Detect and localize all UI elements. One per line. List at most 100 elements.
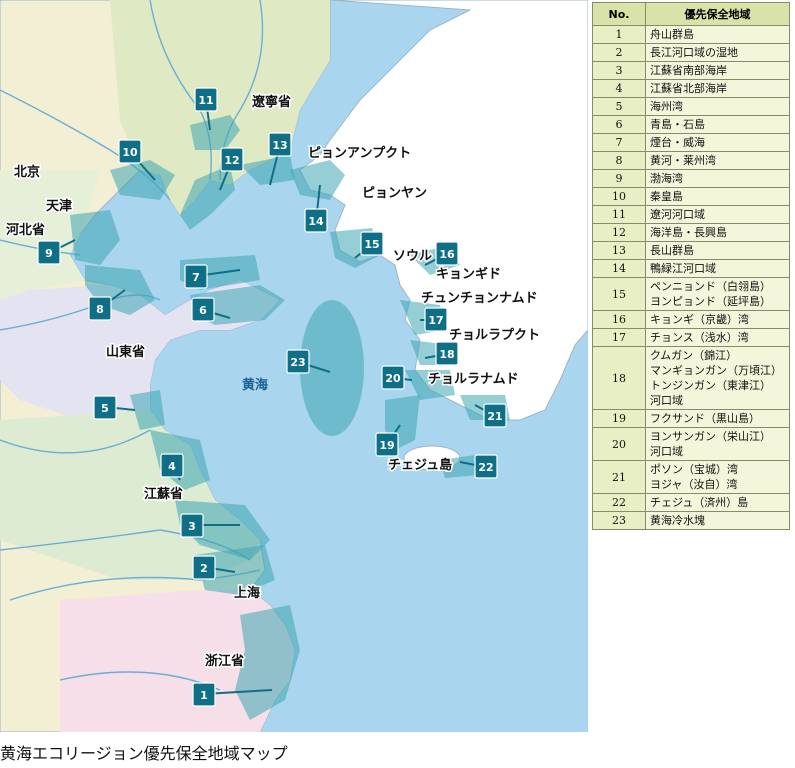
marker-12[interactable]: 12 <box>220 147 244 172</box>
legend-row-name: チョンス（浅水）湾 <box>645 328 790 347</box>
legend-row: 6 青島・石島 <box>592 115 790 134</box>
legend-row-name: 黄海冷水塊 <box>645 511 790 530</box>
label-jejudo: チェジュ島 <box>388 457 452 473</box>
legend-row-no: 1 <box>592 25 646 44</box>
legend-header-area: 優先保全地域 <box>645 2 790 26</box>
marker-18[interactable]: 18 <box>435 341 459 366</box>
marker-10[interactable]: 10 <box>118 139 142 164</box>
legend-row: 8 黄河・莱州湾 <box>592 151 790 170</box>
legend-row-no: 4 <box>592 79 646 98</box>
marker-22[interactable]: 22 <box>474 454 498 479</box>
legend-row-no: 11 <box>592 205 646 224</box>
legend-row-no: 10 <box>592 187 646 206</box>
marker-2[interactable]: 2 <box>192 555 216 580</box>
legend-row-name: チェジュ（済州）島 <box>645 493 790 512</box>
svg-text:1: 1 <box>200 689 208 702</box>
marker-16[interactable]: 16 <box>435 241 459 266</box>
legend-row-name: 渤海湾 <box>645 169 790 188</box>
legend-row: 7 煙台・威海 <box>592 133 790 152</box>
marker-8[interactable]: 8 <box>88 296 112 321</box>
legend-row: 5 海州湾 <box>592 97 790 116</box>
legend-row-no: 13 <box>592 241 646 260</box>
priority-area-legend: No. 優先保全地域 1 舟山群島 2 長江河口域の湿地 3 江蘇省南部海岸 4 江蘇省北部海… <box>592 2 790 530</box>
legend-row-no: 6 <box>592 115 646 134</box>
marker-20[interactable]: 20 <box>381 365 405 390</box>
label-pyongyang: ピョンヤン <box>362 186 427 201</box>
marker-5[interactable]: 5 <box>93 395 117 420</box>
svg-text:22: 22 <box>478 461 493 474</box>
legend-row-name: 青島・石島 <box>645 115 790 134</box>
legend-row-no: 2 <box>592 43 646 62</box>
legend-row: 16 キョンギ（京畿）湾 <box>592 310 790 329</box>
label-tianjin: 天津 <box>46 198 72 214</box>
legend-row: 23 黄海冷水塊 <box>592 511 790 530</box>
svg-text:12: 12 <box>224 154 239 167</box>
label-hebei: 河北省 <box>6 222 45 238</box>
svg-text:20: 20 <box>385 372 401 385</box>
legend-row-name: キョンギ（京畿）湾 <box>645 310 790 329</box>
svg-text:14: 14 <box>308 215 324 228</box>
legend-row-no: 5 <box>592 97 646 116</box>
legend-row-name: ペンニョンド（白翎島） ヨンピョンド（延坪島） <box>645 277 790 311</box>
legend-row: 19 フクサンド（黒山島） <box>592 409 790 428</box>
legend-row-no: 9 <box>592 169 646 188</box>
label-jeollanamdo: チョルラナムド <box>428 372 519 387</box>
legend-row: 12 海洋島・長興島 <box>592 223 790 242</box>
legend-row: 1 舟山群島 <box>592 25 790 44</box>
legend-row: 20 ヨンサンガン（栄山江） 河口域 <box>592 427 790 461</box>
svg-text:10: 10 <box>122 146 138 159</box>
legend-row-name: フクサンド（黒山島） <box>645 409 790 428</box>
legend-row: 15 ペンニョンド（白翎島） ヨンピョンド（延坪島） <box>592 277 790 311</box>
legend-row-name: 秦皇島 <box>645 187 790 206</box>
marker-14[interactable]: 14 <box>304 208 328 233</box>
legend-row-no: 8 <box>592 151 646 170</box>
yellow-sea-map: 北京 天津 河北省 遼寧省 山東省 江蘇省 上海 浙江省 ピョンアンプクト ピョ… <box>0 0 588 732</box>
legend-header-row: No. 優先保全地域 <box>592 2 790 26</box>
legend-row-no: 19 <box>592 409 646 428</box>
legend-row: 3 江蘇省南部海岸 <box>592 61 790 80</box>
marker-13[interactable]: 13 <box>268 132 292 157</box>
legend-row-no: 12 <box>592 223 646 242</box>
marker-17[interactable]: 17 <box>424 307 448 332</box>
legend-row: 14 鴨緑江河口域 <box>592 259 790 278</box>
legend-row-name: 鴨緑江河口域 <box>645 259 790 278</box>
label-yellow-sea: 黄海 <box>242 377 268 393</box>
svg-text:3: 3 <box>188 520 196 533</box>
label-beijing: 北京 <box>14 164 40 180</box>
legend-row-name: 長山群島 <box>645 241 790 260</box>
label-liaoning: 遼寧省 <box>252 94 291 110</box>
label-pyonganbukdo: ピョンアンプクト <box>308 146 411 161</box>
svg-text:21: 21 <box>487 410 502 423</box>
marker-7[interactable]: 7 <box>184 264 208 289</box>
legend-row: 4 江蘇省北部海岸 <box>592 79 790 98</box>
legend-row-name: 煙台・威海 <box>645 133 790 152</box>
marker-9[interactable]: 9 <box>37 240 61 265</box>
legend-row: 10 秦皇島 <box>592 187 790 206</box>
marker-1[interactable]: 1 <box>192 682 216 707</box>
legend-row-name: 江蘇省北部海岸 <box>645 79 790 98</box>
legend-row: 22 チェジュ（済州）島 <box>592 493 790 512</box>
legend-row-no: 14 <box>592 259 646 278</box>
marker-11[interactable]: 11 <box>194 87 218 112</box>
label-gyeonggido: キョンギド <box>436 266 501 282</box>
svg-text:8: 8 <box>96 303 104 316</box>
marker-4[interactable]: 4 <box>160 453 184 478</box>
marker-6[interactable]: 6 <box>191 297 215 322</box>
label-zhejiang: 浙江省 <box>205 653 244 669</box>
marker-23[interactable]: 23 <box>286 349 310 374</box>
legend-row-no: 20 <box>592 427 646 461</box>
svg-text:18: 18 <box>439 348 454 361</box>
marker-3[interactable]: 3 <box>180 513 204 538</box>
svg-text:16: 16 <box>439 248 455 261</box>
marker-15[interactable]: 15 <box>360 231 384 256</box>
svg-text:17: 17 <box>428 314 443 327</box>
svg-text:2: 2 <box>200 562 208 575</box>
legend-row-no: 16 <box>592 310 646 329</box>
marker-21[interactable]: 21 <box>483 403 507 428</box>
map-caption: 黄海エコリージョン優先保全地域マップ <box>0 744 288 763</box>
svg-text:13: 13 <box>272 139 287 152</box>
legend-row-no: 17 <box>592 328 646 347</box>
marker-19[interactable]: 19 <box>375 432 399 457</box>
label-chungcheongnamdo: チュンチョンナムド <box>421 291 538 306</box>
legend-row-name: クムガン（錦江） マンギョンガン（万頃江） トンジンガン（東津江） 河口域 <box>645 346 790 410</box>
